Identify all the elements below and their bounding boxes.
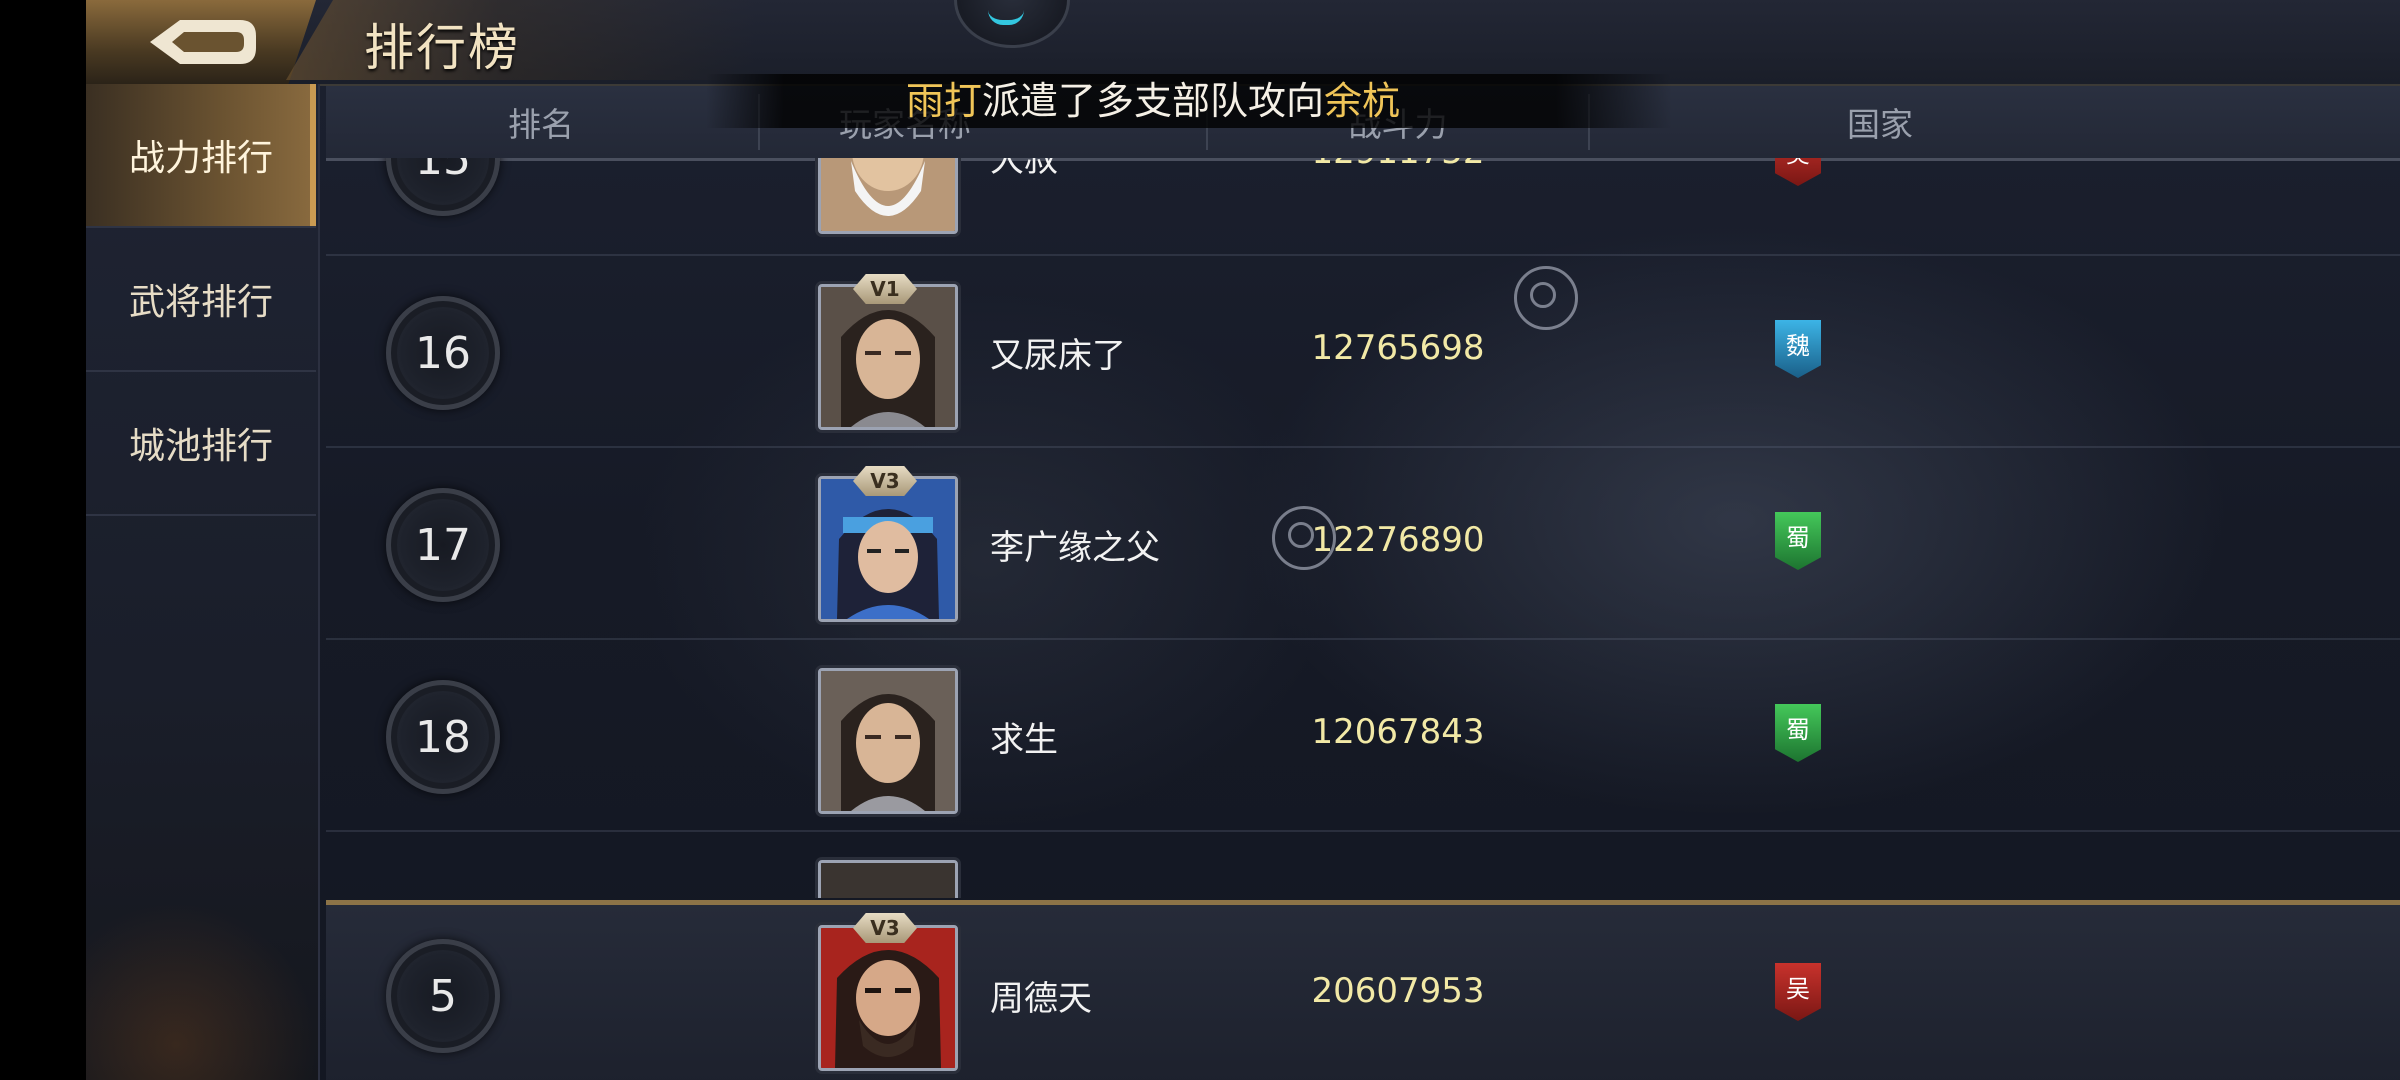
back-button[interactable] bbox=[86, 0, 316, 84]
player-name: 又尿床了 bbox=[990, 336, 1126, 376]
table-row[interactable]: 17 V3 李广缘之父 12276890 蜀 bbox=[326, 446, 2400, 640]
country-flag-wu: 吴 bbox=[1775, 963, 1821, 1021]
tab-label: 战力排行 bbox=[128, 138, 273, 179]
warrior-portrait-icon bbox=[821, 479, 955, 619]
back-arrow-icon bbox=[150, 20, 256, 64]
tab-label: 武将排行 bbox=[128, 282, 273, 323]
tab-label: 城池排行 bbox=[128, 426, 273, 467]
elder-portrait-icon bbox=[821, 158, 955, 231]
sidebar-decoration bbox=[86, 804, 318, 1080]
ranking-list[interactable]: 15 大叔 12911752 吴 bbox=[326, 158, 2400, 898]
power-value: 12765698 bbox=[1311, 328, 1485, 368]
country-label: 吴 bbox=[1786, 158, 1810, 169]
sidebar: 战力排行 武将排行 城池排行 bbox=[86, 84, 320, 1080]
country-flag-wu: 吴 bbox=[1775, 158, 1821, 186]
tab-city-ranking[interactable]: 城池排行 bbox=[86, 372, 316, 516]
announcement-marquee: 雨打派遣了多支部队攻向余杭 bbox=[706, 74, 1672, 128]
ranking-app: 排行榜 战力排行 武将排行 城池排行 排名 玩家名称 战斗力 国家 bbox=[86, 0, 2400, 1080]
rank-badge: 15 bbox=[386, 158, 500, 216]
avatar[interactable] bbox=[818, 284, 958, 430]
screen: 排行榜 战力排行 武将排行 城池排行 排名 玩家名称 战斗力 国家 bbox=[0, 0, 2400, 1080]
tab-general-ranking[interactable]: 武将排行 bbox=[86, 228, 316, 372]
touch-indicator-icon bbox=[1514, 266, 1578, 330]
rank-badge: 16 bbox=[386, 296, 500, 410]
country-label: 魏 bbox=[1786, 332, 1810, 360]
warrior-portrait-icon bbox=[821, 863, 955, 898]
avatar[interactable] bbox=[818, 476, 958, 622]
country-flag-shu: 蜀 bbox=[1775, 704, 1821, 762]
power-value: 20607953 bbox=[1311, 971, 1485, 1011]
page-title: 排行榜 bbox=[364, 19, 520, 77]
player-name: 李广缘之父 bbox=[990, 528, 1160, 568]
rank-badge: 17 bbox=[386, 488, 500, 602]
country-label: 蜀 bbox=[1786, 716, 1810, 744]
vip-badge: V1 bbox=[853, 274, 917, 304]
power-value: 12067843 bbox=[1311, 712, 1485, 752]
vip-badge: V3 bbox=[853, 466, 917, 496]
power-value: 12911752 bbox=[1268, 158, 1528, 172]
avatar[interactable] bbox=[818, 668, 958, 814]
touch-indicator-icon bbox=[1272, 506, 1336, 570]
announcement-target: 余杭 bbox=[1324, 79, 1401, 123]
warrior-portrait-icon bbox=[821, 928, 955, 1068]
announcement-text: 派遣了多支部队攻向 bbox=[982, 79, 1325, 123]
country-flag-wei: 魏 bbox=[1775, 320, 1821, 378]
my-rank-row[interactable]: 5 V3 周德天 20607953 吴 bbox=[326, 900, 2400, 1080]
country-label: 蜀 bbox=[1786, 524, 1810, 552]
column-rank: 排名 bbox=[508, 105, 574, 144]
column-country: 国家 bbox=[1847, 105, 1913, 144]
country-flag-shu: 蜀 bbox=[1775, 512, 1821, 570]
vip-badge: V3 bbox=[853, 913, 917, 943]
warrior-portrait-icon bbox=[821, 287, 955, 427]
rank-badge: 5 bbox=[386, 939, 500, 1053]
avatar[interactable] bbox=[818, 158, 958, 234]
player-name: 大叔 bbox=[990, 158, 1058, 180]
table-row[interactable]: 16 V1 又尿床了 12765698 魏 bbox=[326, 254, 2400, 448]
announcement-player: 雨打 bbox=[906, 79, 983, 123]
player-name: 求生 bbox=[990, 720, 1058, 760]
warrior-portrait-icon bbox=[821, 671, 955, 811]
table-row[interactable] bbox=[326, 830, 2400, 898]
avatar[interactable] bbox=[818, 860, 958, 898]
table-row[interactable]: 15 大叔 12911752 吴 bbox=[326, 158, 2400, 256]
rank-badge: 18 bbox=[386, 680, 500, 794]
avatar[interactable] bbox=[818, 925, 958, 1071]
title-plate bbox=[286, 0, 756, 80]
tab-power-ranking[interactable]: 战力排行 bbox=[86, 84, 316, 228]
country-label: 吴 bbox=[1786, 975, 1810, 1003]
player-name: 周德天 bbox=[990, 979, 1092, 1019]
table-row[interactable]: 18 求生 12067843 蜀 bbox=[326, 638, 2400, 832]
